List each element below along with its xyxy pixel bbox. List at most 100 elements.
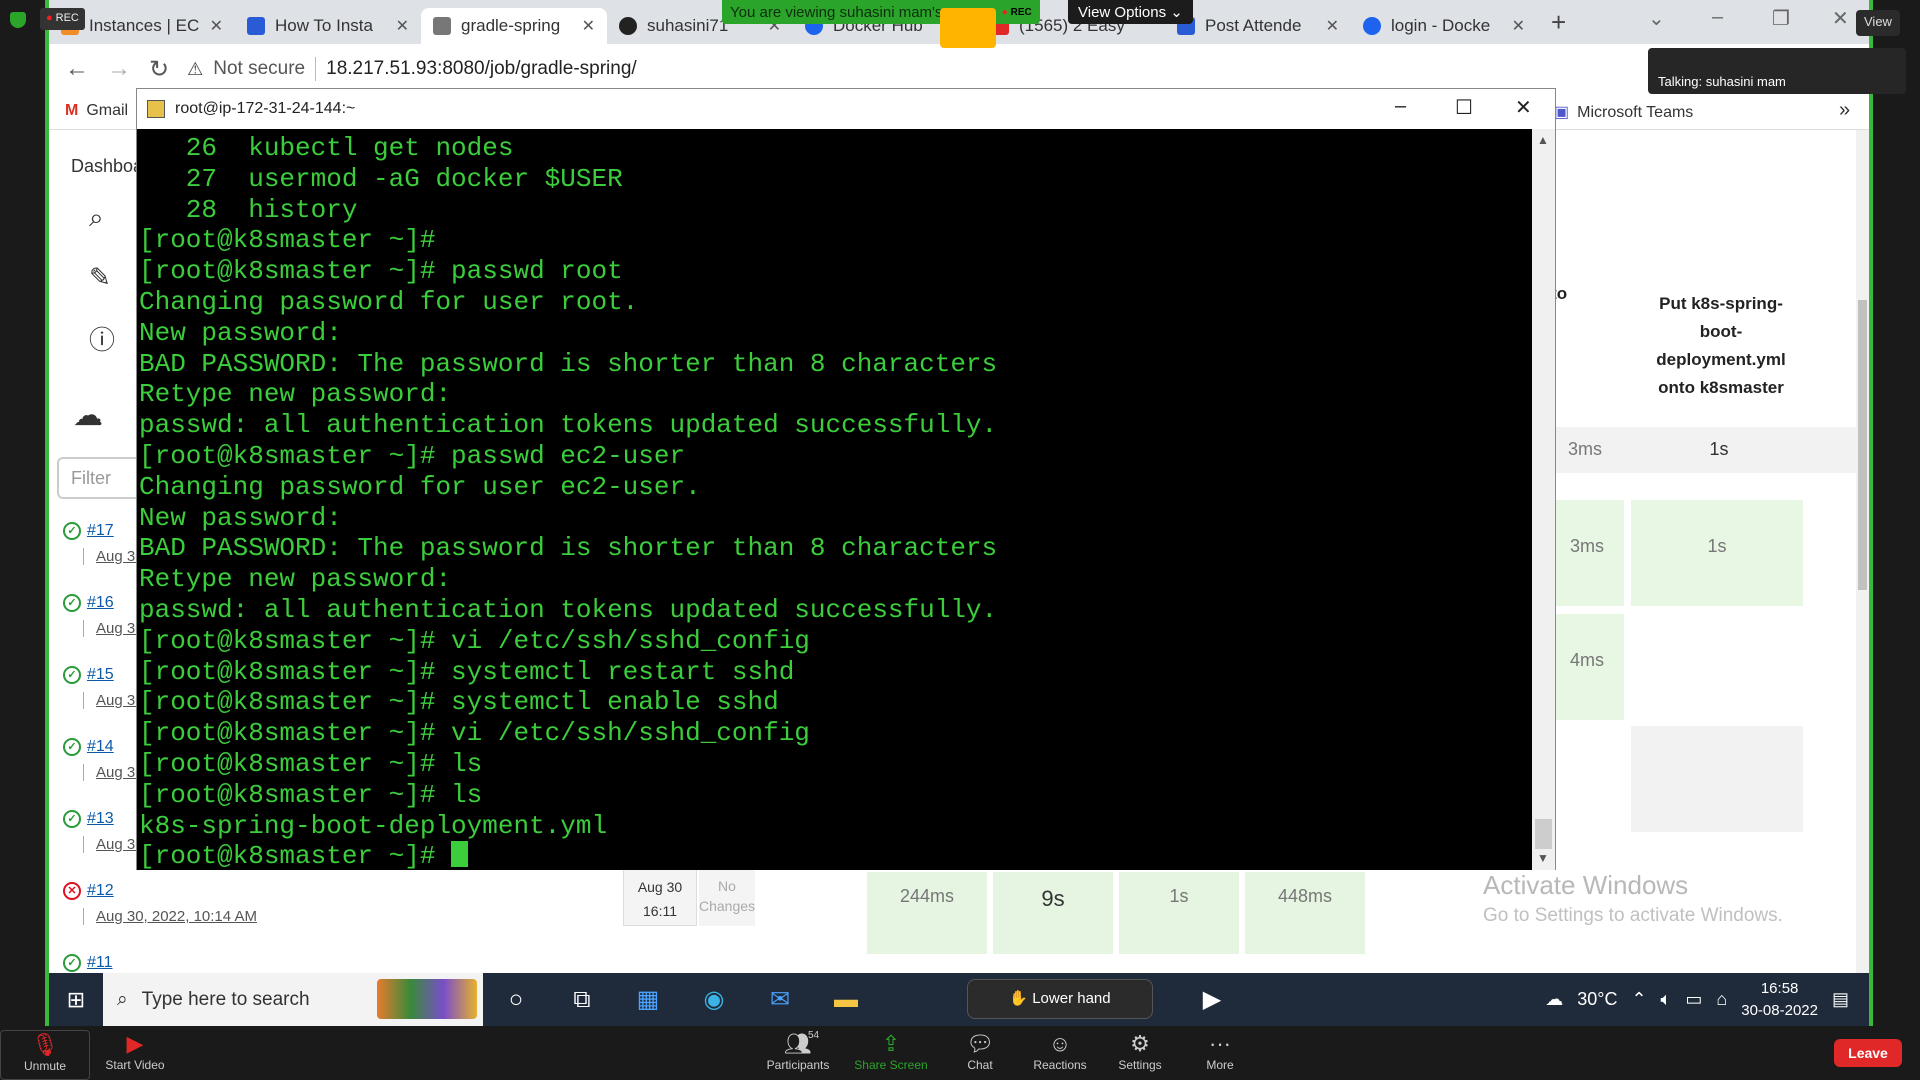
stage-cell-partial-1[interactable]: 3ms xyxy=(1550,500,1624,606)
success-check-icon: ✓ xyxy=(63,954,81,972)
mail-icon[interactable]: ✉ xyxy=(747,985,813,1014)
file-explorer-icon[interactable]: ▬ xyxy=(813,986,879,1014)
windows-start-icon[interactable]: ⊞ xyxy=(49,987,103,1013)
temperature[interactable]: 30°C xyxy=(1577,989,1617,1010)
tab-close-icon[interactable]: ✕ xyxy=(1326,16,1339,36)
build-number[interactable]: #15 xyxy=(87,666,114,683)
build-history-item[interactable]: ✓ #15 Aug 30 xyxy=(63,666,144,709)
help-icon[interactable]: ⓘ xyxy=(89,320,115,357)
build-date[interactable]: Aug 30, 2022, 10:14 AM xyxy=(83,908,257,925)
tab-close-icon[interactable]: ✕ xyxy=(1512,16,1525,36)
tab-close-icon[interactable]: ✕ xyxy=(210,16,223,36)
build-date[interactable]: Aug 30 xyxy=(83,836,144,853)
weather-icon[interactable]: ☁ xyxy=(1545,989,1563,1010)
search-icon[interactable]: ⌕ xyxy=(89,202,104,234)
tray-chevron-icon[interactable]: ⌃ xyxy=(1631,989,1646,1010)
lower-hand-button[interactable]: ✋ Lower hand xyxy=(967,979,1153,1019)
tab-close-icon[interactable]: ✕ xyxy=(396,16,409,36)
build-number[interactable]: #17 xyxy=(87,522,114,539)
cortana-icon[interactable]: ○ xyxy=(483,986,549,1014)
build-number[interactable]: #13 xyxy=(87,810,114,827)
build-history-item[interactable]: ✓ #11 xyxy=(63,954,113,972)
start-video-button[interactable]: ▶ Start Video xyxy=(98,1030,172,1072)
more-button[interactable]: ··· More xyxy=(1196,1030,1244,1072)
stage-cell-last-1[interactable]: 1s xyxy=(1631,500,1803,606)
restore-icon[interactable]: ❐ xyxy=(1772,6,1790,31)
putty-terminal-window[interactable]: root@ip-172-31-24-144:~ – ☐ ✕ 26 kubectl… xyxy=(136,88,1556,871)
build-date[interactable]: Aug 30 xyxy=(83,764,144,781)
participants-button[interactable]: 👥︎ 54 Participants xyxy=(762,1030,834,1072)
volume-icon[interactable]: 🔈︎ xyxy=(1661,989,1672,1010)
build-date[interactable]: Aug 30 xyxy=(83,548,144,565)
page-scrollbar[interactable] xyxy=(1856,130,1869,973)
stage-cell-bottom[interactable]: 244ms xyxy=(867,872,987,954)
store-icon[interactable]: ▦ xyxy=(615,985,681,1014)
chat-button[interactable]: 💬︎ Chat xyxy=(955,1030,1005,1072)
omnibox[interactable]: ⚠ Not secure 18.217.51.93:8080/job/gradl… xyxy=(187,57,637,81)
stage-cell-partial-2[interactable]: 4ms xyxy=(1550,614,1624,720)
banner-rec-indicator: REC xyxy=(1002,7,1032,18)
pencil-icon[interactable]: ✎ xyxy=(89,262,111,293)
stage-cell-bottom[interactable]: 1s xyxy=(1119,872,1239,954)
scroll-down-arrow-icon[interactable]: ▼ xyxy=(1537,851,1549,865)
build-history-item[interactable]: ✓ #17 Aug 30 xyxy=(63,522,144,565)
tab-label: How To Insta xyxy=(275,16,373,35)
browser-tab[interactable]: Post Attende ✕ xyxy=(1165,8,1351,44)
back-arrow-icon[interactable]: ← xyxy=(65,55,89,83)
view-options-button[interactable]: View Options ⌄ xyxy=(1068,0,1193,24)
minimize-icon[interactable]: – xyxy=(1712,6,1723,29)
bookmark-teams[interactable]: Microsoft Teams xyxy=(1554,102,1693,122)
notification-icon[interactable]: ▤ xyxy=(1832,989,1849,1010)
build-date[interactable]: Aug 30 xyxy=(83,620,144,637)
settings-button[interactable]: ⚙ Settings xyxy=(1112,1030,1168,1072)
reactions-button[interactable]: ☺ Reactions xyxy=(1030,1030,1090,1072)
build-number[interactable]: #11 xyxy=(87,954,113,971)
bookmarks-overflow-icon[interactable]: » xyxy=(1839,99,1850,122)
terminal-scrollbar-thumb[interactable] xyxy=(1535,819,1552,849)
zoom-floating-controls[interactable] xyxy=(940,8,996,48)
edge-icon[interactable]: ◉ xyxy=(681,985,747,1014)
build-number[interactable]: #16 xyxy=(87,594,114,611)
close-window-icon[interactable]: ✕ xyxy=(1832,6,1849,31)
tab-search-chevron-icon[interactable]: ⌄ xyxy=(1648,6,1665,31)
scroll-up-arrow-icon[interactable]: ▲ xyxy=(1537,133,1549,147)
bookmark-gmail[interactable]: Gmail xyxy=(65,102,128,120)
task-view-icon[interactable]: ⧉ xyxy=(549,986,615,1014)
reload-icon[interactable]: ↻ xyxy=(149,55,169,84)
network-icon[interactable]: ⌂ xyxy=(1716,989,1727,1010)
build-number[interactable]: #14 xyxy=(87,738,114,755)
participants-icon: 👥︎ xyxy=(784,1031,812,1056)
chat-label: Chat xyxy=(967,1058,993,1072)
tab-close-icon[interactable]: ✕ xyxy=(582,16,595,36)
url-text[interactable]: 18.217.51.93:8080/job/gradle-spring/ xyxy=(326,58,637,80)
build-number[interactable]: #12 xyxy=(87,882,114,899)
build-history-item[interactable]: ✕ #12 Aug 30, 2022, 10:14 AM xyxy=(63,882,257,925)
battery-icon[interactable]: ▭ xyxy=(1685,989,1702,1010)
taskbar-search-box[interactable]: ⌕ Type here to search xyxy=(103,973,483,1026)
browser-tab-active[interactable]: gradle-spring ✕ xyxy=(421,8,607,44)
build-history-item[interactable]: ✓ #13 Aug 30 xyxy=(63,810,144,853)
putty-close-icon[interactable]: ✕ xyxy=(1515,95,1532,120)
stage-cell-bottom[interactable]: 448ms xyxy=(1245,872,1365,954)
unmute-button[interactable]: 🎙︎ Unmute xyxy=(0,1030,90,1080)
zoom-app-icon[interactable]: ▶ xyxy=(1179,985,1245,1014)
new-tab-plus-icon[interactable]: + xyxy=(1551,7,1566,38)
zoom-view-button[interactable]: View xyxy=(1856,10,1900,36)
taskbar-clock[interactable]: 16:58 30-08-2022 xyxy=(1741,978,1818,1022)
leave-button[interactable]: Leave xyxy=(1834,1039,1902,1067)
share-screen-button[interactable]: ⇪ Share Screen xyxy=(852,1030,930,1072)
putty-minimize-icon[interactable]: – xyxy=(1395,95,1406,118)
build-date[interactable]: Aug 30 xyxy=(83,692,144,709)
stage-cell-bottom[interactable]: 9s xyxy=(993,872,1113,954)
build-history-item[interactable]: ✓ #14 Aug 30 xyxy=(63,738,144,781)
putty-maximize-icon[interactable]: ☐ xyxy=(1455,95,1473,120)
build-history-item[interactable]: ✓ #16 Aug 30 xyxy=(63,594,144,637)
terminal-scrollbar[interactable]: ▲ ▼ xyxy=(1532,129,1555,870)
forward-arrow-icon[interactable]: → xyxy=(107,55,131,83)
putty-titlebar[interactable]: root@ip-172-31-24-144:~ xyxy=(137,89,1555,129)
browser-tab[interactable]: login - Docke ✕ xyxy=(1351,8,1537,44)
terminal-output[interactable]: 26 kubectl get nodes 27 usermod -aG dock… xyxy=(137,129,1532,871)
page-scrollbar-thumb[interactable] xyxy=(1858,300,1867,590)
tab-favicon-icon xyxy=(247,17,265,35)
browser-tab[interactable]: How To Insta ✕ xyxy=(235,8,421,44)
